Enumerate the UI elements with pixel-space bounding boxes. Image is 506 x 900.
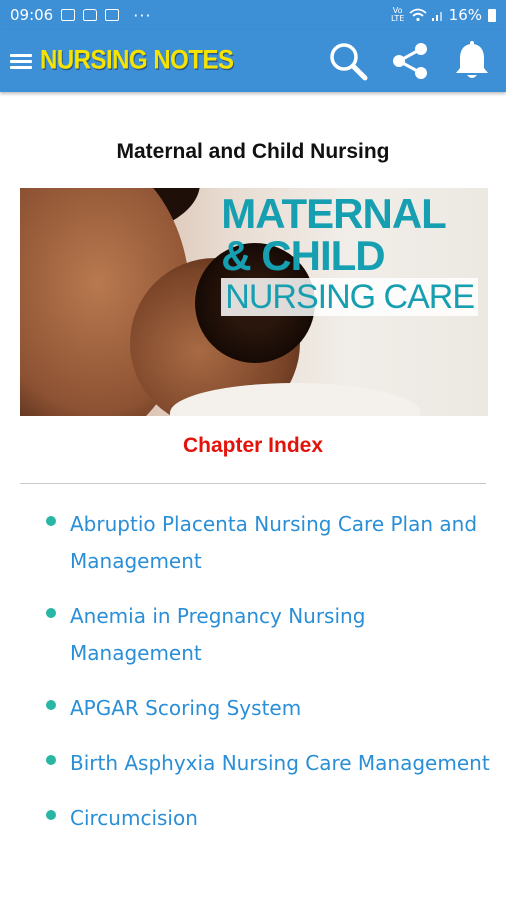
app-bar: NURSING NOTES xyxy=(0,30,506,92)
shopping-bag-notification-icon xyxy=(83,9,98,21)
divider xyxy=(20,483,486,484)
gallery-notification-icon xyxy=(61,9,76,21)
more-notifications-icon: ··· xyxy=(133,5,152,25)
hero-image: MATERNAL & CHILD NURSING CARE xyxy=(20,188,488,416)
status-time: 09:06 xyxy=(10,6,54,24)
chapter-item-abruptio-placenta[interactable]: Abruptio Placenta Nursing Care Plan and … xyxy=(46,506,492,580)
app-title: NURSING NOTES xyxy=(40,45,234,76)
hero-caption: MATERNAL & CHILD NURSING CARE xyxy=(221,190,478,316)
chapter-item-anemia-in-pregnancy[interactable]: Anemia in Pregnancy Nursing Management xyxy=(46,598,492,672)
page-title: Maternal and Child Nursing xyxy=(116,140,390,163)
notifications-button[interactable] xyxy=(450,39,494,83)
chapter-link[interactable]: Anemia in Pregnancy Nursing Management xyxy=(70,604,365,665)
bullet-icon xyxy=(46,755,56,765)
bullet-icon xyxy=(46,516,56,526)
chapter-item-birth-asphyxia[interactable]: Birth Asphyxia Nursing Care Management xyxy=(46,745,492,782)
main-content: Maternal and Child Nursing MATERNAL & CH… xyxy=(0,98,506,855)
chapter-item-apgar-scoring[interactable]: APGAR Scoring System xyxy=(46,690,492,727)
hero-caption-line1: MATERNAL xyxy=(221,190,447,237)
app-notification-icon xyxy=(105,9,120,21)
share-button[interactable] xyxy=(388,39,432,83)
bullet-icon xyxy=(46,608,56,618)
chapter-link[interactable]: Birth Asphyxia Nursing Care Management xyxy=(70,751,490,775)
wifi-icon xyxy=(409,8,427,22)
menu-icon[interactable] xyxy=(10,51,32,72)
chapter-list: Abruptio Placenta Nursing Care Plan and … xyxy=(0,506,506,837)
battery-percentage: 16% xyxy=(448,6,482,24)
battery-icon xyxy=(488,8,496,22)
status-bar: 09:06 ··· Vo LTE 16% xyxy=(0,0,506,30)
chapter-link[interactable]: Circumcision xyxy=(70,806,198,830)
search-icon xyxy=(330,43,368,81)
search-button[interactable] xyxy=(326,39,370,83)
hero-caption-line2: & CHILD xyxy=(221,232,385,279)
chapter-item-circumcision[interactable]: Circumcision xyxy=(46,800,492,837)
signal-icon xyxy=(431,12,442,21)
hero-caption-line3: NURSING CARE xyxy=(221,278,478,316)
notification-bell-icon xyxy=(456,41,488,78)
chapter-index-heading: Chapter Index xyxy=(182,434,324,457)
chapter-link[interactable]: Abruptio Placenta Nursing Care Plan and … xyxy=(70,512,477,573)
bullet-icon xyxy=(46,810,56,820)
share-icon xyxy=(393,43,427,79)
volte-icon: Vo LTE xyxy=(391,6,405,23)
bullet-icon xyxy=(46,700,56,710)
chapter-link[interactable]: APGAR Scoring System xyxy=(70,696,301,720)
